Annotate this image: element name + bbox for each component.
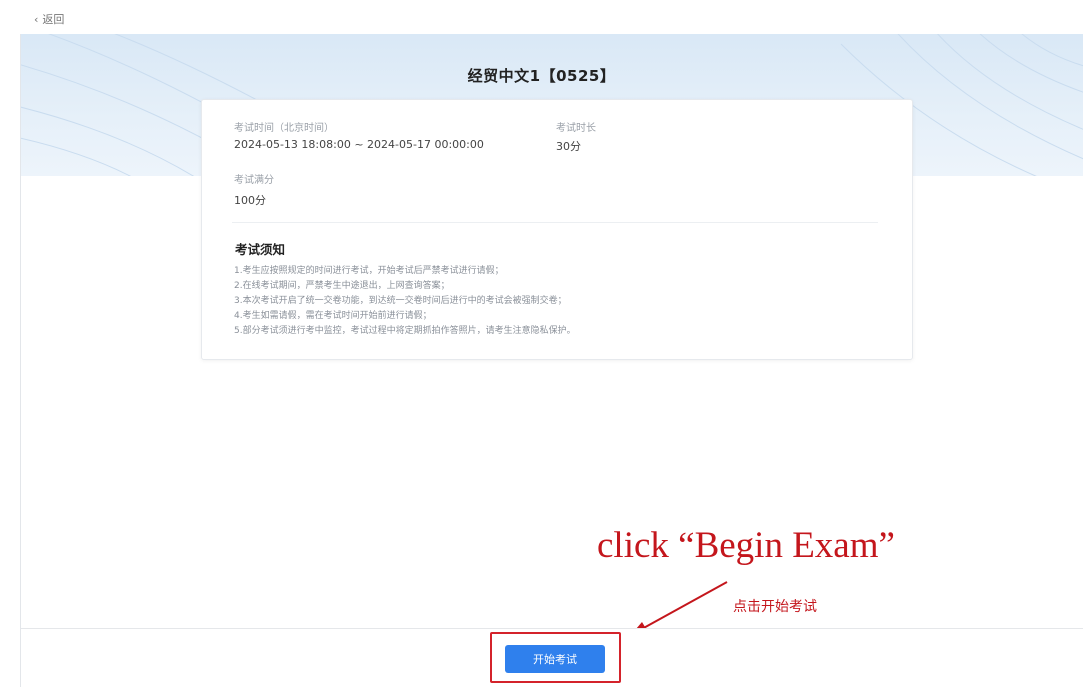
annotation-arrow-icon: [630, 581, 728, 636]
annotation-chinese: 点击开始考试: [733, 599, 817, 615]
start-exam-button[interactable]: 开始考试: [505, 645, 605, 673]
